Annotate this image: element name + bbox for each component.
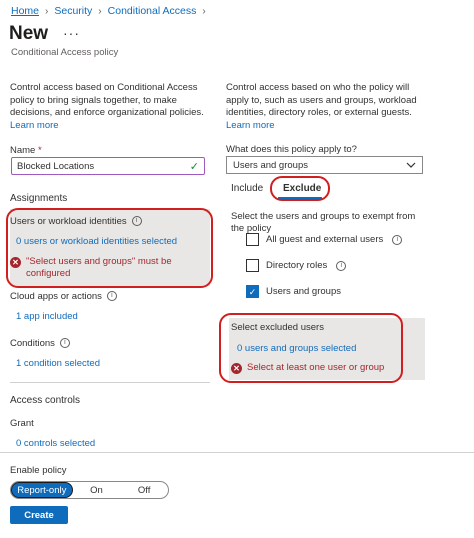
- policy-description-text: Control access based on Conditional Acce…: [10, 82, 204, 118]
- exempt-instruction: Select the users and groups to exempt fr…: [231, 211, 416, 234]
- learn-more-link[interactable]: Learn more: [226, 120, 426, 133]
- apply-description: Control access based on who the policy w…: [226, 82, 426, 132]
- breadcrumb-security[interactable]: Security: [54, 5, 92, 17]
- directory-roles-label: Directory roles: [266, 260, 328, 271]
- toggle-report-only[interactable]: Report-only: [11, 482, 73, 498]
- enable-policy-toggle[interactable]: Report-only On Off: [10, 481, 169, 499]
- info-icon[interactable]: i: [59, 338, 70, 349]
- name-field[interactable]: Blocked Locations ✓: [11, 157, 205, 175]
- toggle-on[interactable]: On: [73, 482, 121, 498]
- apply-to-value[interactable]: Users and groups: [233, 160, 308, 171]
- breadcrumb-conditional-access[interactable]: Conditional Access: [108, 5, 197, 17]
- toggle-off[interactable]: Off: [120, 482, 168, 498]
- chevron-right-icon: ›: [45, 5, 49, 17]
- info-icon[interactable]: i: [392, 234, 403, 245]
- chevron-down-icon: [406, 162, 416, 168]
- tab-include[interactable]: Include: [231, 183, 263, 194]
- conditions-label-text: Conditions: [10, 338, 55, 349]
- highlight-outline-excluded-users: [219, 313, 403, 383]
- highlight-outline-exclude-tab: [270, 176, 330, 201]
- page-subtitle: Conditional Access policy: [11, 47, 119, 58]
- conditions-link[interactable]: 1 condition selected: [16, 358, 100, 369]
- page-title: New: [9, 23, 49, 44]
- enable-policy-label: Enable policy: [10, 465, 67, 476]
- users-groups-label: Users and groups: [266, 286, 341, 297]
- chevron-right-icon: ›: [202, 5, 206, 17]
- name-label-text: Name: [10, 145, 36, 156]
- info-icon[interactable]: i: [336, 260, 347, 271]
- more-options-icon[interactable]: ···: [63, 25, 80, 41]
- guests-checkbox-label: All guest and external users: [266, 234, 384, 245]
- cloud-apps-link[interactable]: 1 app included: [16, 311, 78, 322]
- breadcrumb-home[interactable]: Home: [11, 5, 39, 17]
- access-controls-heading: Access controls: [10, 395, 81, 406]
- learn-more-link[interactable]: Learn more: [10, 120, 215, 133]
- chevron-right-icon: ›: [98, 5, 102, 17]
- section-divider: [10, 382, 210, 383]
- highlight-outline-users: [6, 208, 213, 288]
- policy-description: Control access based on Conditional Acce…: [10, 82, 215, 132]
- name-field-value[interactable]: Blocked Locations: [17, 161, 94, 172]
- assignments-heading: Assignments: [10, 193, 68, 204]
- checkbox-row-guests[interactable]: All guest and external users i: [246, 233, 403, 246]
- required-mark: *: [37, 145, 42, 156]
- create-button[interactable]: Create: [10, 506, 68, 524]
- footer-divider: [0, 452, 474, 453]
- grant-label: Grant: [10, 418, 34, 429]
- cloud-apps-label: Cloud apps or actions i: [10, 291, 117, 302]
- checkmark-icon: ✓: [189, 160, 199, 173]
- apply-description-text: Control access based on who the policy w…: [226, 82, 417, 118]
- apply-to-dropdown[interactable]: Users and groups: [226, 156, 423, 174]
- grant-link[interactable]: 0 controls selected: [16, 438, 95, 449]
- apply-question: What does this policy apply to?: [226, 144, 357, 155]
- info-icon[interactable]: i: [106, 291, 117, 302]
- breadcrumb: Home › Security › Conditional Access ›: [11, 5, 206, 17]
- checkbox-row-users-groups[interactable]: ✓ Users and groups: [246, 285, 341, 298]
- conditions-label: Conditions i: [10, 338, 70, 349]
- name-label: Name *: [10, 145, 42, 156]
- users-groups-checkbox[interactable]: ✓: [246, 285, 259, 298]
- cloud-apps-label-text: Cloud apps or actions: [10, 291, 102, 302]
- directory-roles-checkbox[interactable]: [246, 259, 259, 272]
- checkbox-row-directory-roles[interactable]: Directory roles i: [246, 259, 347, 272]
- guests-checkbox[interactable]: [246, 233, 259, 246]
